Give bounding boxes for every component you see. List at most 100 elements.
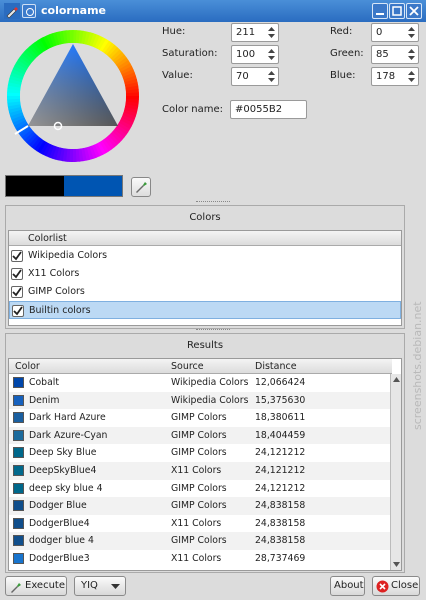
table-row[interactable]: Dark Azure-Cyan GIMP Colors 18,404459: [9, 426, 392, 445]
execute-button[interactable]: Execute: [5, 576, 67, 596]
eyedropper-icon: [11, 583, 21, 593]
hue-wheel[interactable]: [4, 22, 144, 172]
color-name-label: Color name:: [162, 104, 224, 115]
color-swatch: [13, 517, 24, 529]
spin-arrows-icon[interactable]: [267, 25, 276, 40]
maximize-button[interactable]: [389, 3, 405, 19]
cell-name: Denim: [29, 394, 60, 406]
new-color-swatch: [64, 176, 122, 196]
cell-distance: 12,066424: [255, 377, 306, 388]
green-spinbox[interactable]: 85: [371, 45, 419, 64]
saturation-spinbox[interactable]: 100: [231, 45, 279, 64]
cell-source: GIMP Colors: [171, 412, 227, 424]
cell-source: X11 Colors: [171, 553, 222, 564]
header-distance[interactable]: Distance: [255, 361, 297, 372]
splitter-handle[interactable]: [196, 329, 230, 332]
table-row[interactable]: Dark Hard Azure GIMP Colors 18,380611: [9, 409, 392, 427]
cell-name: DodgerBlue4: [29, 517, 90, 529]
spin-arrows-icon[interactable]: [267, 69, 276, 84]
spin-arrows-icon[interactable]: [407, 47, 416, 62]
scroll-up-icon[interactable]: [392, 375, 401, 384]
eyedropper-button[interactable]: [131, 177, 151, 197]
list-item[interactable]: Wikipedia Colors: [9, 247, 401, 265]
results-table: Color Source Distance Cobalt Wikipedia Co…: [8, 358, 402, 571]
hue-label: Hue:: [162, 26, 186, 37]
color-swatch: [13, 412, 24, 424]
cell-distance: 15,375630: [255, 394, 306, 406]
about-button[interactable]: About: [330, 576, 365, 596]
cell-distance: 24,838158: [255, 517, 306, 529]
table-row[interactable]: DodgerBlue3 X11 Colors 28,737469: [9, 550, 392, 568]
header-source[interactable]: Source: [171, 361, 204, 372]
color-name-value: #0055B2: [235, 104, 283, 115]
execute-label: Execute: [25, 580, 65, 591]
color-swatch: [13, 553, 24, 564]
cell-name: dodger blue 4: [29, 535, 94, 547]
checkmark-icon: [12, 287, 22, 297]
red-label: Red:: [330, 26, 353, 37]
close-button[interactable]: Close: [372, 576, 420, 596]
blue-spinbox[interactable]: 178: [371, 67, 419, 86]
checkbox[interactable]: [11, 250, 23, 262]
color-swatch: [13, 500, 24, 512]
colors-panel-title: Colors: [189, 212, 221, 223]
list-item-label: Wikipedia Colors: [28, 250, 108, 261]
table-row[interactable]: Dodger Blue GIMP Colors 24,838158: [9, 497, 392, 515]
eyedropper-icon: [136, 182, 147, 193]
table-row[interactable]: DeepSkyBlue4 X11 Colors 24,121212: [9, 462, 392, 480]
list-item[interactable]: X11 Colors: [9, 265, 401, 283]
color-space-value: YIQ: [81, 580, 98, 591]
results-panel: Results Color Source Distance Cobalt Wiki…: [5, 333, 405, 573]
red-spinbox[interactable]: 0: [371, 23, 419, 42]
results-scrollbar[interactable]: [390, 374, 401, 570]
table-row[interactable]: deep sky blue 4 GIMP Colors 24,121212: [9, 480, 392, 498]
checkmark-icon: [13, 306, 23, 316]
window-title: colorname: [41, 4, 107, 17]
value-label: Value:: [162, 70, 193, 81]
spin-arrows-icon[interactable]: [407, 25, 416, 40]
list-item-label: GIMP Colors: [28, 286, 85, 297]
header-color[interactable]: Color: [15, 361, 40, 372]
list-item[interactable]: Builtin colors: [9, 301, 401, 319]
checkbox[interactable]: [12, 305, 24, 317]
table-row[interactable]: DodgerBlue4 X11 Colors 24,838158: [9, 515, 392, 533]
table-row[interactable]: Denim Wikipedia Colors 15,375630: [9, 391, 392, 410]
minimize-button[interactable]: [372, 3, 388, 19]
checkbox[interactable]: [11, 286, 23, 298]
hue-spinbox[interactable]: 211: [231, 23, 279, 42]
close-circle-icon: [376, 580, 389, 593]
value-value: 70: [236, 71, 249, 82]
blue-value: 178: [376, 71, 396, 82]
cell-distance: 28,737469: [255, 553, 306, 564]
spin-arrows-icon[interactable]: [267, 47, 276, 62]
cell-source: Wikipedia Colors: [171, 394, 249, 406]
table-row[interactable]: Cobalt Wikipedia Colors 12,066424: [9, 374, 392, 392]
colorlist-header[interactable]: Colorlist: [9, 231, 401, 246]
color-picker-app-icon: [4, 3, 20, 19]
cell-distance: 18,380611: [255, 412, 306, 424]
color-picker-area: Hue: 211 Saturation: 100 Value: 70 Red: …: [0, 22, 426, 202]
color-space-select[interactable]: YIQ: [74, 576, 126, 596]
color-swatch: [13, 465, 24, 476]
table-row[interactable]: Deep Sky Blue GIMP Colors 24,121212: [9, 444, 392, 462]
cell-name: Dark Hard Azure: [29, 412, 106, 424]
chevron-down-icon: [111, 584, 120, 589]
splitter-handle[interactable]: [196, 201, 230, 204]
color-name-field[interactable]: #0055B2: [230, 100, 307, 119]
cell-distance: 24,838158: [255, 500, 306, 512]
color-swatch: [13, 447, 24, 459]
spin-arrows-icon[interactable]: [407, 69, 416, 84]
saturation-label: Saturation:: [162, 48, 218, 59]
list-item[interactable]: GIMP Colors: [9, 283, 401, 301]
table-row[interactable]: dodger blue 4 GIMP Colors 24,838158: [9, 532, 392, 550]
about-label: About: [334, 580, 364, 591]
red-value: 0: [376, 27, 383, 38]
close-window-button[interactable]: [406, 3, 422, 19]
cell-source: GIMP Colors: [171, 500, 227, 512]
cell-source: X11 Colors: [171, 517, 222, 529]
window-menu-button[interactable]: [22, 4, 36, 18]
watermark: screenshots.debian.net: [411, 180, 424, 440]
checkbox[interactable]: [11, 268, 23, 280]
value-spinbox[interactable]: 70: [231, 67, 279, 86]
scroll-down-icon[interactable]: [392, 560, 401, 569]
